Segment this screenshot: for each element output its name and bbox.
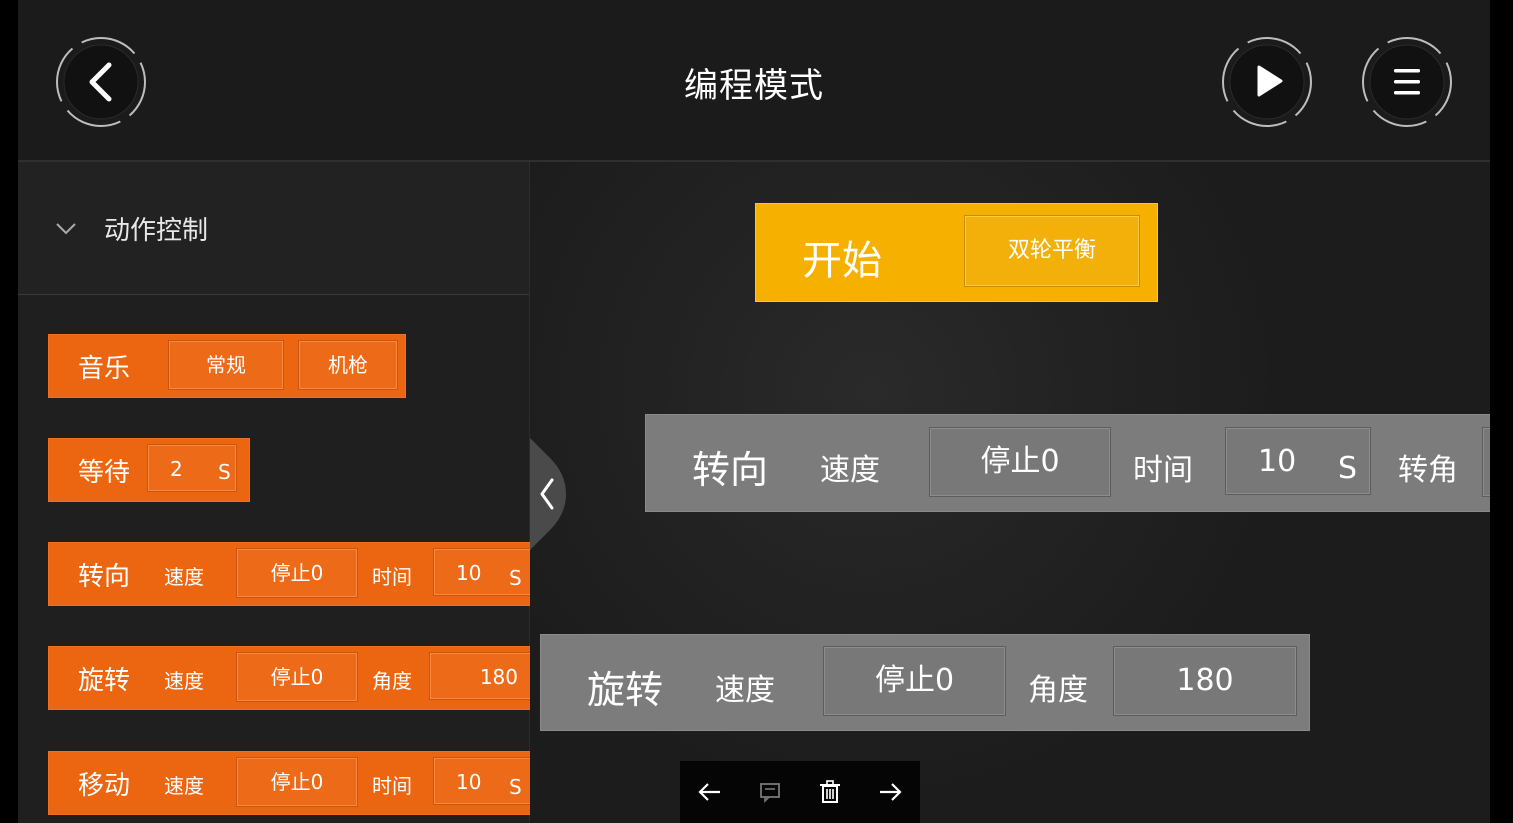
palette-block-rotate[interactable]: 旋转 速度 停止0 角度 180 xyxy=(48,646,539,710)
speed-label: 速度 xyxy=(820,453,880,488)
palette-block-move[interactable]: 移动 速度 停止0 时间 10 S xyxy=(48,751,543,815)
category-header[interactable]: 动作控制 xyxy=(18,162,529,295)
speed-label: 速度 xyxy=(715,673,775,708)
rotate-speed-select[interactable]: 停止0 xyxy=(823,646,1006,716)
comment-icon xyxy=(760,783,780,803)
block-label: 转向 xyxy=(78,562,131,592)
chevron-down-icon xyxy=(56,223,76,235)
turn-angle-input[interactable] xyxy=(1482,427,1490,497)
start-label: 开始 xyxy=(802,238,882,284)
app-window: 编程模式 动作控制 音乐 常规 机枪 等待 2 S 转向 速度 停止0 时间 1… xyxy=(18,0,1490,823)
speed-label: 速度 xyxy=(164,565,204,589)
angle-label: 角度 xyxy=(372,669,412,693)
canvas-block-rotate[interactable]: 旋转 速度 停止0 角度 180 xyxy=(540,634,1310,731)
chevron-left-icon xyxy=(530,438,566,550)
rotate-angle-input[interactable]: 180 xyxy=(429,652,539,700)
arrow-right-icon xyxy=(880,783,902,801)
block-palette: 动作控制 音乐 常规 机枪 等待 2 S 转向 速度 停止0 时间 10 S 旋… xyxy=(18,162,543,823)
turn-angle-label: 转角 xyxy=(1398,453,1458,488)
turn-speed-select[interactable]: 停止0 xyxy=(929,427,1111,497)
menu-button[interactable] xyxy=(1361,36,1453,128)
rotate-angle-input[interactable]: 180 xyxy=(1113,646,1297,716)
trash-icon xyxy=(820,780,840,803)
top-bar: 编程模式 xyxy=(18,0,1490,162)
block-label: 旋转 xyxy=(587,668,664,712)
block-label: 旋转 xyxy=(78,666,131,696)
undo-button[interactable] xyxy=(695,777,725,807)
block-label: 转向 xyxy=(692,448,769,492)
speed-label: 速度 xyxy=(164,669,204,693)
unit-label: S xyxy=(509,775,522,799)
turn-speed-select[interactable]: 停止0 xyxy=(236,548,358,598)
move-speed-select[interactable]: 停止0 xyxy=(236,757,358,807)
mode-select[interactable]: 双轮平衡 xyxy=(964,215,1140,287)
rotate-speed-select[interactable]: 停止0 xyxy=(236,652,358,702)
unit-label: S xyxy=(218,460,231,484)
palette-block-wait[interactable]: 等待 2 S xyxy=(48,438,250,502)
move-time-input[interactable]: 10 xyxy=(433,757,543,805)
block-label: 等待 xyxy=(78,458,131,488)
collapse-sidebar-handle[interactable] xyxy=(530,438,566,550)
comment-button[interactable] xyxy=(755,777,785,807)
canvas-block-turn[interactable]: 转向 速度 停止0 时间 10 S 转角 xyxy=(645,414,1490,512)
palette-block-turn[interactable]: 转向 速度 停止0 时间 10 S xyxy=(48,542,543,606)
category-title: 动作控制 xyxy=(104,216,209,246)
start-block[interactable]: 开始 双轮平衡 xyxy=(755,203,1158,302)
music-option-machinegun[interactable]: 机枪 xyxy=(298,340,398,390)
play-icon xyxy=(1222,37,1312,127)
arrow-left-icon xyxy=(698,783,720,801)
palette-block-music[interactable]: 音乐 常规 机枪 xyxy=(48,334,406,398)
block-label: 移动 xyxy=(78,771,131,801)
turn-time-input[interactable]: 10 xyxy=(433,548,543,596)
unit-label: S xyxy=(1338,451,1358,486)
unit-label: S xyxy=(509,566,522,590)
edit-toolbar xyxy=(680,761,920,823)
time-label: 时间 xyxy=(372,774,412,798)
block-label: 音乐 xyxy=(78,354,131,384)
time-label: 时间 xyxy=(1133,453,1193,488)
speed-label: 速度 xyxy=(164,774,204,798)
angle-label: 角度 xyxy=(1028,673,1088,708)
redo-button[interactable] xyxy=(875,777,905,807)
run-button[interactable] xyxy=(1221,36,1313,128)
delete-button[interactable] xyxy=(815,777,845,807)
time-label: 时间 xyxy=(372,565,412,589)
music-option-normal[interactable]: 常规 xyxy=(168,340,284,390)
hamburger-menu-icon xyxy=(1362,37,1452,127)
